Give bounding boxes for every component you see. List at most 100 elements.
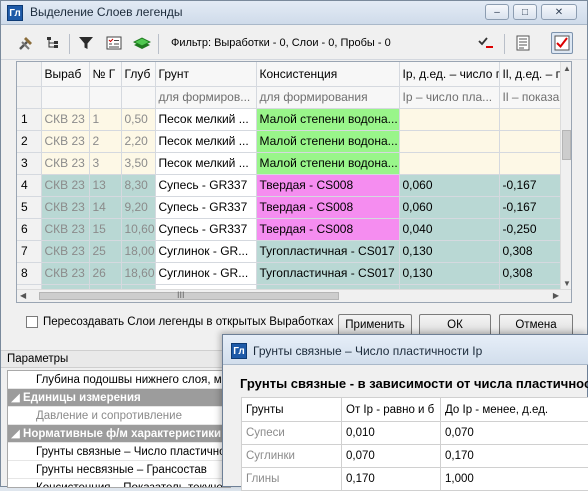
cell-depth[interactable]: 9,20 <box>121 196 155 218</box>
cell-ip[interactable]: 0,060 <box>399 174 499 196</box>
cell-ip[interactable]: 0,040 <box>399 218 499 240</box>
column-header-consistency[interactable]: Консистенция <box>256 62 399 86</box>
cell-layer-number[interactable]: 26 <box>89 262 121 284</box>
table-row[interactable]: 8СКВ 232618,60Суглинок - GR...Тугопласти… <box>17 262 562 284</box>
scroll-left-icon[interactable]: ◀ <box>20 291 26 300</box>
cell-soil[interactable]: Супесь - GR337 <box>155 174 256 196</box>
params-item[interactable]: Грунты несвязные – Грансостав <box>8 461 230 479</box>
cell-il[interactable]: 0,308 <box>499 240 562 262</box>
params-item[interactable]: Глубина подошвы нижнего слоя, м <box>8 371 230 389</box>
cell-layer-number[interactable]: 3 <box>89 152 121 174</box>
popup-cell[interactable]: 0,010 <box>342 422 441 445</box>
cell-il[interactable]: -0,167 <box>499 196 562 218</box>
cell-depth[interactable]: 18,60 <box>121 262 155 284</box>
params-section[interactable]: ◢ Единицы измерения <box>8 389 230 407</box>
column-header-row-number[interactable] <box>17 62 41 86</box>
cell-depth[interactable]: 18,00 <box>121 240 155 262</box>
cell-layer-number[interactable]: 15 <box>89 218 121 240</box>
column-header-soil[interactable]: Грунт <box>155 62 256 86</box>
cell-il[interactable] <box>499 130 562 152</box>
cell-consistency[interactable]: Малой степени водона... <box>256 108 399 130</box>
table-row[interactable]: 4СКВ 23138,30Супесь - GR337Твердая - CS0… <box>17 174 562 196</box>
cell-ip[interactable] <box>399 108 499 130</box>
table-row[interactable]: 6СКВ 231510,60Супесь - GR337Твердая - CS… <box>17 218 562 240</box>
cell-row-number[interactable]: 3 <box>17 152 41 174</box>
popup-table-row[interactable]: Глины0,1701,000 <box>242 468 588 491</box>
popup-column-header[interactable]: До Ip - менее, д.ед. <box>441 398 588 422</box>
close-button[interactable]: ✕ <box>541 4 577 20</box>
cell-ip[interactable] <box>399 130 499 152</box>
cell-vyrabotka[interactable]: СКВ 23 <box>41 108 89 130</box>
cell-soil[interactable]: Песок мелкий ... <box>155 130 256 152</box>
cell-layer-number[interactable]: 14 <box>89 196 121 218</box>
cell-row-number[interactable]: 7 <box>17 240 41 262</box>
cell-consistency[interactable]: Тугопластичная - CS017 <box>256 240 399 262</box>
cell-depth[interactable]: 3,50 <box>121 152 155 174</box>
cell-layer-number[interactable]: 13 <box>89 174 121 196</box>
maximize-button[interactable]: □ <box>513 4 537 20</box>
params-item[interactable]: Грунты связные – Число пластичности Ip <box>8 443 230 461</box>
cell-soil[interactable]: Суглинок - GR... <box>155 262 256 284</box>
popup-table-row[interactable]: Суглинки0,0700,170 <box>242 445 588 468</box>
popup-column-header[interactable]: От Ip - равно и б <box>342 398 441 422</box>
cell-consistency[interactable]: Твердая - CS008 <box>256 218 399 240</box>
popup-cell[interactable]: 0,070 <box>342 445 441 468</box>
cell-ip[interactable]: 0,130 <box>399 240 499 262</box>
cell-vyrabotka[interactable]: СКВ 23 <box>41 174 89 196</box>
cell-depth[interactable]: 0,50 <box>121 108 155 130</box>
horizontal-scrollbar[interactable]: ◀ III ▶ <box>17 289 572 302</box>
cell-soil[interactable]: Суглинок - GR... <box>155 240 256 262</box>
popup-cell[interactable]: Суглинки <box>242 445 342 468</box>
cell-row-number[interactable]: 2 <box>17 130 41 152</box>
cell-layer-number[interactable]: 1 <box>89 108 121 130</box>
cell-consistency[interactable]: Твердая - CS008 <box>256 174 399 196</box>
cell-row-number[interactable]: 1 <box>17 108 41 130</box>
apply-button[interactable]: Применить <box>338 314 412 336</box>
column-header-il[interactable]: Il, д.ед. – п <box>499 62 562 86</box>
checkbox-checked-icon[interactable] <box>551 32 573 54</box>
tree-icon[interactable] <box>43 32 65 54</box>
cell-consistency[interactable]: Малой степени водона... <box>256 152 399 174</box>
cell-row-number[interactable]: 6 <box>17 218 41 240</box>
table-row[interactable]: 7СКВ 232518,00Суглинок - GR...Тугопласти… <box>17 240 562 262</box>
cell-il[interactable]: -0,250 <box>499 218 562 240</box>
popup-cell[interactable]: 1,000 <box>441 468 588 491</box>
cell-depth[interactable]: 2,20 <box>121 130 155 152</box>
cell-vyrabotka[interactable]: СКВ 23 <box>41 196 89 218</box>
popup-table-row[interactable]: Супеси0,0100,070 <box>242 422 588 445</box>
cell-consistency[interactable]: Малой степени водона... <box>256 130 399 152</box>
cell-vyrabotka[interactable]: СКВ 23 <box>41 130 89 152</box>
cell-soil[interactable]: Супесь - GR337 <box>155 218 256 240</box>
cell-consistency[interactable]: Тугопластичная - CS017 <box>256 262 399 284</box>
popup-cell[interactable]: Супеси <box>242 422 342 445</box>
params-item[interactable]: Давление и сопротивление <box>8 407 230 425</box>
cell-depth[interactable]: 10,60 <box>121 218 155 240</box>
cell-il[interactable] <box>499 108 562 130</box>
cell-vyrabotka[interactable]: СКВ 23 <box>41 262 89 284</box>
popup-cell[interactable]: 0,170 <box>441 445 588 468</box>
params-section[interactable]: ◢ Нормативные ф/м характеристики <box>8 425 230 443</box>
cell-il[interactable]: 0,308 <box>499 262 562 284</box>
cell-soil[interactable]: Песок мелкий ... <box>155 108 256 130</box>
table-row[interactable]: 5СКВ 23149,20Супесь - GR337Твердая - CS0… <box>17 196 562 218</box>
minimize-button[interactable]: – <box>485 4 509 20</box>
cell-vyrabotka[interactable]: СКВ 23 <box>41 240 89 262</box>
recreate-checkbox-row[interactable]: Пересоздавать Слои легенды в открытых Вы… <box>26 316 333 328</box>
column-header-depth[interactable]: Глуб <box>121 62 155 86</box>
popup-column-header[interactable]: Грунты <box>242 398 342 422</box>
table-row[interactable]: 1СКВ 2310,50Песок мелкий ...Малой степен… <box>17 108 562 130</box>
list-icon[interactable] <box>512 32 534 54</box>
scroll-thumb[interactable] <box>562 130 571 160</box>
popup-cell[interactable]: 0,070 <box>441 422 588 445</box>
cell-depth[interactable]: 8,30 <box>121 174 155 196</box>
cell-consistency[interactable]: Твердая - CS008 <box>256 196 399 218</box>
cell-layer-number[interactable]: 25 <box>89 240 121 262</box>
column-header-layer-number[interactable]: № Г <box>89 62 121 86</box>
ok-button[interactable]: ОК <box>419 314 491 336</box>
cell-soil[interactable]: Супесь - GR337 <box>155 196 256 218</box>
cell-il[interactable] <box>499 152 562 174</box>
layers-grid[interactable]: Выраб№ ГГлубГрунтКонсистенцияIp, д.ед. –… <box>16 61 572 303</box>
column-header-ip[interactable]: Ip, д.ед. – число п <box>399 62 499 86</box>
popup-cell[interactable]: Глины <box>242 468 342 491</box>
cell-vyrabotka[interactable]: СКВ 23 <box>41 218 89 240</box>
